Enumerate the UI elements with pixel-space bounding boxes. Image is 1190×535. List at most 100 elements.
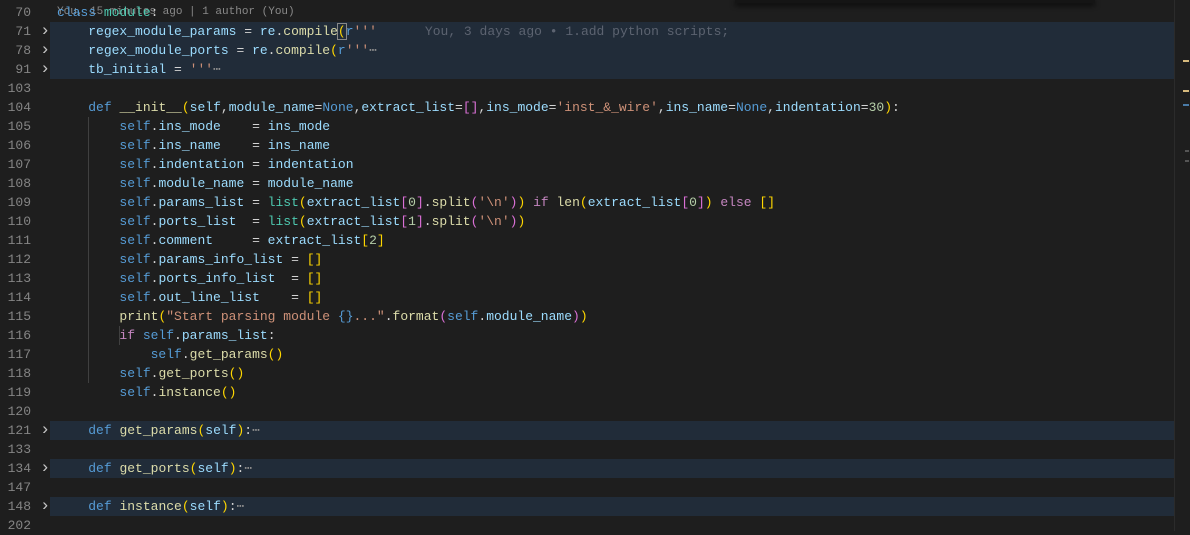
code-token: ''' <box>189 62 214 77</box>
code-token: split <box>431 195 471 210</box>
code-line[interactable]: 113 self.ports_info_list = [] <box>0 269 1175 288</box>
code-token: 30 <box>868 100 885 115</box>
code-line[interactable]: 105 self.ins_mode = ins_mode <box>0 117 1175 136</box>
code-token: ) <box>517 214 526 229</box>
minimap-scrollbar[interactable] <box>1174 0 1190 531</box>
code-text: self.params_info_list = [] <box>57 250 322 269</box>
code-line[interactable]: 133 <box>0 440 1175 459</box>
code-token: , <box>220 100 229 115</box>
code-token: = <box>860 100 869 115</box>
code-line[interactable]: 118 self.get_ports() <box>0 364 1175 383</box>
code-token: get_ports <box>158 366 229 381</box>
code-token: indentation <box>267 157 354 172</box>
code-token: () <box>267 347 284 362</box>
code-line[interactable]: 114 self.out_line_list = [] <box>0 288 1175 307</box>
code-line[interactable]: 134 › def get_ports(self):⋯ <box>0 459 1175 478</box>
line-number: 107 <box>7 157 31 172</box>
code-line[interactable]: 112 self.params_info_list = [] <box>0 250 1175 269</box>
code-token: ( <box>336 23 347 40</box>
code-token: : <box>228 499 237 514</box>
fold-chevron-right-icon[interactable]: › <box>40 22 52 41</box>
line-number: 202 <box>7 518 31 533</box>
fold-ellipsis[interactable]: ⋯ <box>244 461 252 476</box>
code-text: self.ports_info_list = [] <box>57 269 322 288</box>
code-token: [ <box>681 195 690 210</box>
code-text: def get_params(self):⋯ <box>57 421 260 440</box>
code-line[interactable]: 147 <box>0 478 1175 497</box>
code-token: [] <box>462 100 479 115</box>
code-token: ( <box>330 43 338 58</box>
fold-chevron-right-icon[interactable]: › <box>40 41 52 60</box>
fold-chevron-right-icon[interactable]: › <box>40 497 52 516</box>
code-token: [ <box>400 214 409 229</box>
code-line[interactable]: 91 › tb_initial = '''⋯ <box>0 60 1175 79</box>
code-token: ) <box>884 100 893 115</box>
code-line[interactable]: 111 self.comment = extract_list[2] <box>0 231 1175 250</box>
code-line[interactable]: 108 self.module_name = module_name <box>0 174 1175 193</box>
code-line[interactable]: 104 def __init__(self,module_name=None,e… <box>0 98 1175 117</box>
code-line[interactable]: 115 print ("Start parsing module {}...".f… <box>0 307 1175 326</box>
code-token: r <box>345 24 354 39</box>
code-token: ins_mode <box>158 119 221 134</box>
line-number: 147 <box>7 480 31 495</box>
code-editor[interactable]: You, 15 minutes ago | 1 author (You) 70 c… <box>0 0 1175 535</box>
code-token: self <box>119 214 151 229</box>
fold-chevron-right-icon[interactable]: › <box>40 60 52 79</box>
fold-chevron-right-icon[interactable]: › <box>40 421 52 440</box>
code-token: ports_list <box>158 214 237 229</box>
code-line[interactable]: 71 › regex_module_params = re.compile(r''… <box>0 22 1175 41</box>
code-token: indentation <box>774 100 861 115</box>
line-number: 113 <box>7 271 31 286</box>
code-line[interactable]: 116 if self.params_list: <box>0 326 1175 345</box>
code-token: indentation <box>158 157 245 172</box>
fold-ellipsis[interactable]: ⋯ <box>369 43 377 58</box>
fold-ellipsis[interactable]: ⋯ <box>252 423 260 438</box>
code-token: self <box>447 309 479 324</box>
code-line[interactable]: 107 self.indentation = indentation <box>0 155 1175 174</box>
fold-ellipsis[interactable]: ⋯ <box>237 499 245 514</box>
line-number: 133 <box>7 442 31 457</box>
line-number: 105 <box>7 119 31 134</box>
code-line[interactable]: 110 self. ports_list = list(extract_list[… <box>0 212 1175 231</box>
fold-chevron-right-icon[interactable]: › <box>40 459 52 478</box>
code-line[interactable]: 106 self.ins_name = ins_name <box>0 136 1175 155</box>
line-number: 121 <box>7 423 31 438</box>
code-line[interactable]: 109 self.params_list = list(extract_list… <box>0 193 1175 212</box>
code-token: ] <box>696 195 705 210</box>
code-line[interactable]: 103 <box>0 79 1175 98</box>
line-number: 112 <box>7 252 31 267</box>
code-token: = <box>220 119 268 134</box>
code-token: '\n' <box>478 214 510 229</box>
code-token: regex_module_ports <box>88 43 229 58</box>
code-token: . <box>423 214 432 229</box>
code-token: params_list <box>158 195 245 210</box>
code-token: out_line_list <box>158 290 260 305</box>
code-token: get_ports <box>119 461 190 476</box>
code-line[interactable]: 202 <box>0 516 1175 535</box>
code-token: ''' <box>353 24 377 39</box>
code-line[interactable]: 148 › def instance(self):⋯ <box>0 497 1175 516</box>
code-line[interactable]: 120 <box>0 402 1175 421</box>
code-line[interactable]: 121 › def get_params(self):⋯ <box>0 421 1175 440</box>
code-token: ) <box>579 309 588 324</box>
code-token: module <box>103 5 151 20</box>
code-token: = <box>228 43 253 58</box>
code-line[interactable]: 119 self.instance() <box>0 383 1175 402</box>
code-token: = <box>728 100 736 115</box>
code-token: extract_list <box>587 195 682 210</box>
line-number: 120 <box>7 404 31 419</box>
fold-ellipsis[interactable]: ⋯ <box>213 62 221 77</box>
indent-guide <box>119 326 120 345</box>
code-token: __init__ <box>119 100 182 115</box>
code-line[interactable]: 78 › regex_module_ports = re.compile(r'''… <box>0 41 1175 60</box>
code-token: . <box>174 328 182 343</box>
code-token: [] <box>306 290 323 305</box>
code-line[interactable]: 117 self.get_params() <box>0 345 1175 364</box>
code-token: instance <box>119 499 182 514</box>
code-token: ] <box>376 233 385 248</box>
code-line[interactable]: 70 class module: <box>0 3 1175 22</box>
code-token: () <box>228 366 245 381</box>
code-token: . <box>423 195 432 210</box>
